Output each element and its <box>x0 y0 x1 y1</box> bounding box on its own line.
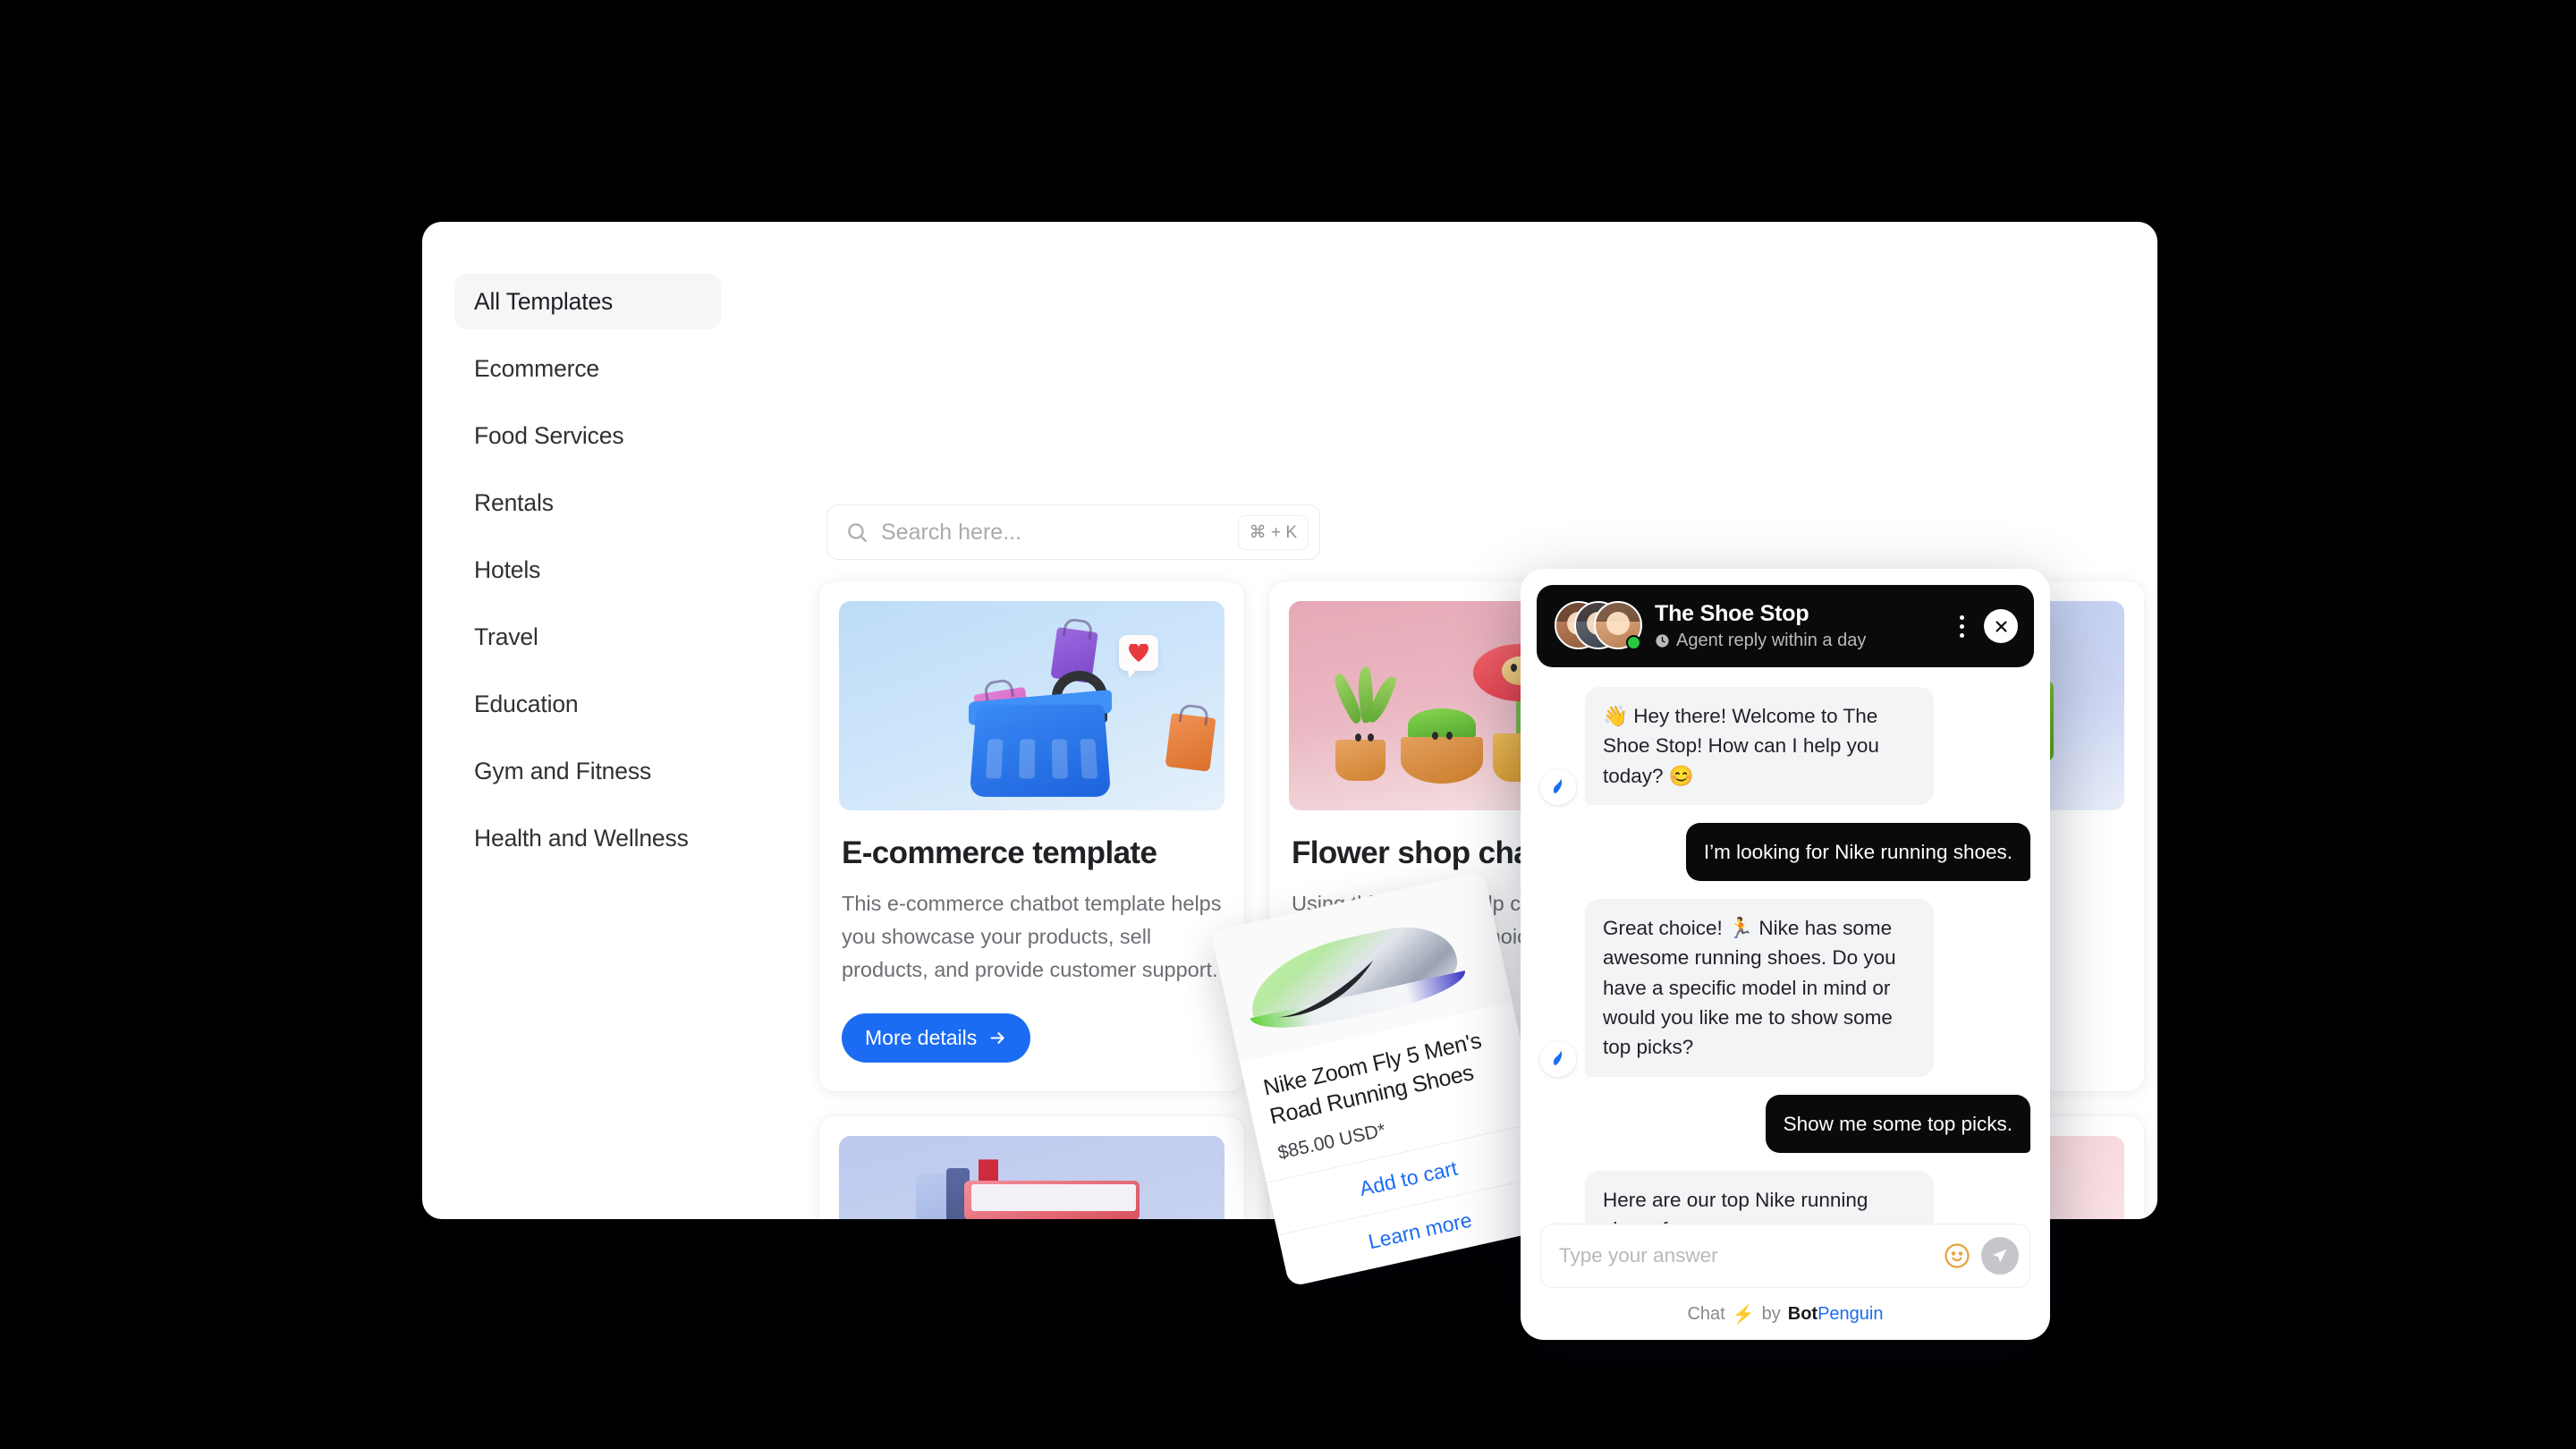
chat-footer-prefix: Chat <box>1687 1303 1725 1324</box>
sidebar-item-gym-and-fitness[interactable]: Gym and Fitness <box>454 743 721 799</box>
agent-avatars <box>1555 601 1642 651</box>
lightning-icon: ⚡ <box>1732 1304 1755 1325</box>
bot-avatar-icon <box>1540 768 1576 805</box>
chat-message-user: I’m looking for Nike running shoes. <box>1540 822 2030 882</box>
brand-penguin: Penguin <box>1818 1303 1884 1324</box>
chat-bubble: Here are our top Nike running shoes for … <box>1585 1170 1934 1224</box>
search-bar[interactable]: ⌘ + K <box>826 504 1320 560</box>
bot-avatar-icon <box>1540 1040 1576 1077</box>
search-icon <box>845 521 869 544</box>
brand-bot: Bot <box>1787 1303 1818 1324</box>
chat-message-bot: 👋 Hey there! Welcome to The Shoe Stop! H… <box>1540 687 2030 805</box>
template-card-e-learning[interactable]: E-Learning This chatbot lets you showcas… <box>819 1116 1244 1219</box>
search-input[interactable] <box>881 519 1238 546</box>
ecommerce-basket-illustration <box>839 601 1224 810</box>
chat-input[interactable] <box>1559 1244 1944 1267</box>
chat-menu-button[interactable] <box>1951 608 1973 645</box>
arrow-right-icon <box>990 1032 1004 1045</box>
chat-bubble: Great choice! 🏃 Nike has some awesome ru… <box>1585 899 1934 1077</box>
chat-subtitle: Agent reply within a day <box>1676 631 1867 650</box>
chat-title: The Shoe Stop <box>1655 601 1809 626</box>
more-details-button[interactable]: More details <box>842 1013 1031 1063</box>
close-icon[interactable] <box>1984 609 2018 643</box>
chat-bubble: Show me some top picks. <box>1765 1094 2030 1153</box>
sidebar-item-health-and-wellness[interactable]: Health and Wellness <box>454 810 721 866</box>
sidebar-item-ecommerce[interactable]: Ecommerce <box>454 341 721 396</box>
sidebar-item-hotels[interactable]: Hotels <box>454 542 721 597</box>
send-icon[interactable] <box>1981 1237 2019 1275</box>
sidebar-item-food-services[interactable]: Food Services <box>454 408 721 463</box>
chat-message-list: 👋 Hey there! Welcome to The Shoe Stop! H… <box>1537 667 2034 1224</box>
emoji-icon[interactable] <box>1944 1242 1970 1269</box>
botpenguin-brand[interactable]: BotPenguin <box>1788 1304 1884 1325</box>
clock-icon <box>1655 633 1670 648</box>
chat-message-bot: Great choice! 🏃 Nike has some awesome ru… <box>1540 899 2030 1077</box>
sidebar-item-rentals[interactable]: Rentals <box>454 475 721 530</box>
chat-message-bot: Here are our top Nike running shoes for … <box>1540 1170 2030 1224</box>
chat-subtitle-row: Agent reply within a day <box>1655 631 1951 651</box>
sidebar-item-travel[interactable]: Travel <box>454 609 721 665</box>
chat-input-bar[interactable] <box>1540 1224 2030 1288</box>
chat-widget: The Shoe Stop Agent reply within a day 👋… <box>1521 569 2050 1340</box>
search-shortcut-badge: ⌘ + K <box>1237 514 1309 550</box>
more-details-label: More details <box>865 1026 978 1050</box>
chat-bubble: 👋 Hey there! Welcome to The Shoe Stop! H… <box>1585 687 1934 805</box>
sidebar: All Templates Ecommerce Food Services Re… <box>422 222 753 1219</box>
sidebar-item-all-templates[interactable]: All Templates <box>454 274 721 329</box>
template-card-ecommerce[interactable]: E-commerce template This e-commerce chat… <box>819 581 1244 1092</box>
online-status-dot <box>1626 635 1641 650</box>
chat-footer: Chat ⚡ by BotPenguin <box>1537 1288 2034 1340</box>
sidebar-item-education[interactable]: Education <box>454 676 721 732</box>
stacked-books-illustration <box>839 1136 1224 1219</box>
card-title: E-commerce template <box>842 835 1157 870</box>
chat-bubble: I’m looking for Nike running shoes. <box>1685 822 2030 882</box>
chat-header: The Shoe Stop Agent reply within a day <box>1537 585 2034 667</box>
chat-footer-middle: by <box>1761 1303 1781 1324</box>
chat-message-user: Show me some top picks. <box>1540 1094 2030 1153</box>
card-description: This e-commerce chatbot template helps y… <box>842 892 1222 982</box>
